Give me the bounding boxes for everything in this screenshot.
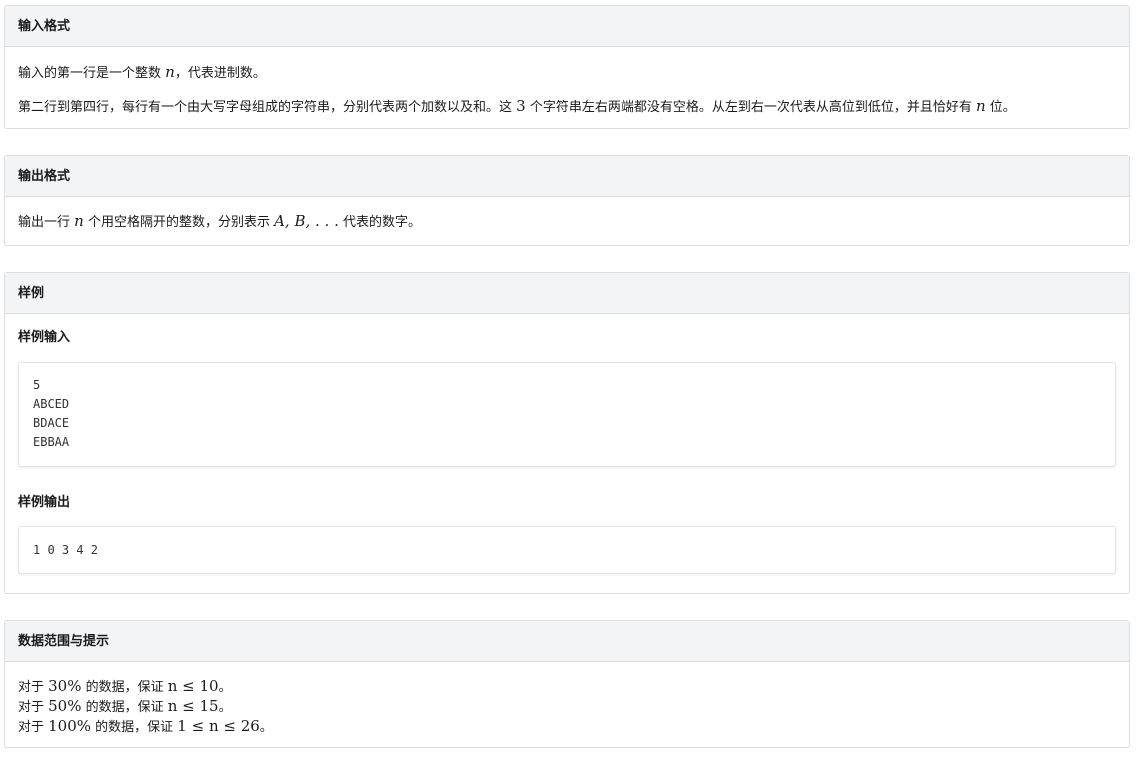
var-n: n	[74, 212, 84, 230]
input-format-card: 输入格式 输入的第一行是一个整数 n，代表进制数。 第二行到第四行，每行有一个由…	[4, 5, 1130, 129]
input-format-title: 输入格式	[5, 6, 1129, 47]
output-format-line1: 输出一行 n 个用空格隔开的整数，分别表示 A, B, . . . 代表的数字。	[18, 212, 421, 230]
output-format-title: 输出格式	[5, 156, 1129, 197]
num-3: 3	[516, 97, 526, 115]
sample-title: 样例	[5, 273, 1129, 314]
code-line: ABCED	[33, 397, 70, 411]
code-line: EBBAA	[33, 435, 70, 449]
range-line-100: 对于 100% 的数据，保证 1 ≤ n ≤ 26。	[18, 717, 273, 735]
sample-input-box[interactable]: 5 ABCED BDACE EBBAA	[18, 362, 1116, 467]
sample-body: 样例输入 5 ABCED BDACE EBBAA 样例输出 1 0 3 4 2	[5, 329, 1129, 574]
output-format-body: 输出一行 n 个用空格隔开的整数，分别表示 A, B, . . . 代表的数字。	[5, 212, 1129, 232]
sample-input-title: 样例输入	[18, 330, 71, 345]
range-line-30: 对于 30% 的数据，保证 n ≤ 10。	[18, 677, 232, 695]
var-n: n	[165, 63, 175, 81]
input-format-line2: 第二行到第四行，每行有一个由大写字母组成的字符串，分别代表两个加数以及和。这 3…	[18, 97, 1016, 115]
sample-output-box[interactable]: 1 0 3 4 2	[18, 526, 1116, 574]
data-range-body: 对于 30% 的数据，保证 n ≤ 10。 对于 50% 的数据，保证 n ≤ …	[5, 662, 1129, 737]
sample-output-title: 样例输出	[18, 495, 71, 510]
range-line-50: 对于 50% 的数据，保证 n ≤ 15。	[18, 697, 232, 715]
sample-card: 样例 样例输入 5 ABCED BDACE EBBAA 样例输出 1 0 3 4…	[4, 272, 1130, 594]
code-line: 5	[33, 378, 41, 392]
input-format-line1: 输入的第一行是一个整数 n，代表进制数。	[18, 63, 266, 81]
var-n: n	[975, 97, 986, 115]
math-abc: A, B, . . .	[274, 212, 339, 230]
output-format-card: 输出格式 输出一行 n 个用空格隔开的整数，分别表示 A, B, . . . 代…	[4, 155, 1130, 246]
data-range-title: 数据范围与提示	[5, 621, 1129, 662]
code-line: 1 0 3 4 2	[33, 543, 99, 557]
input-format-body: 输入的第一行是一个整数 n，代表进制数。 第二行到第四行，每行有一个由大写字母组…	[5, 63, 1129, 117]
code-line: BDACE	[33, 416, 70, 430]
data-range-card: 数据范围与提示 对于 30% 的数据，保证 n ≤ 10。 对于 50% 的数据…	[4, 620, 1130, 748]
